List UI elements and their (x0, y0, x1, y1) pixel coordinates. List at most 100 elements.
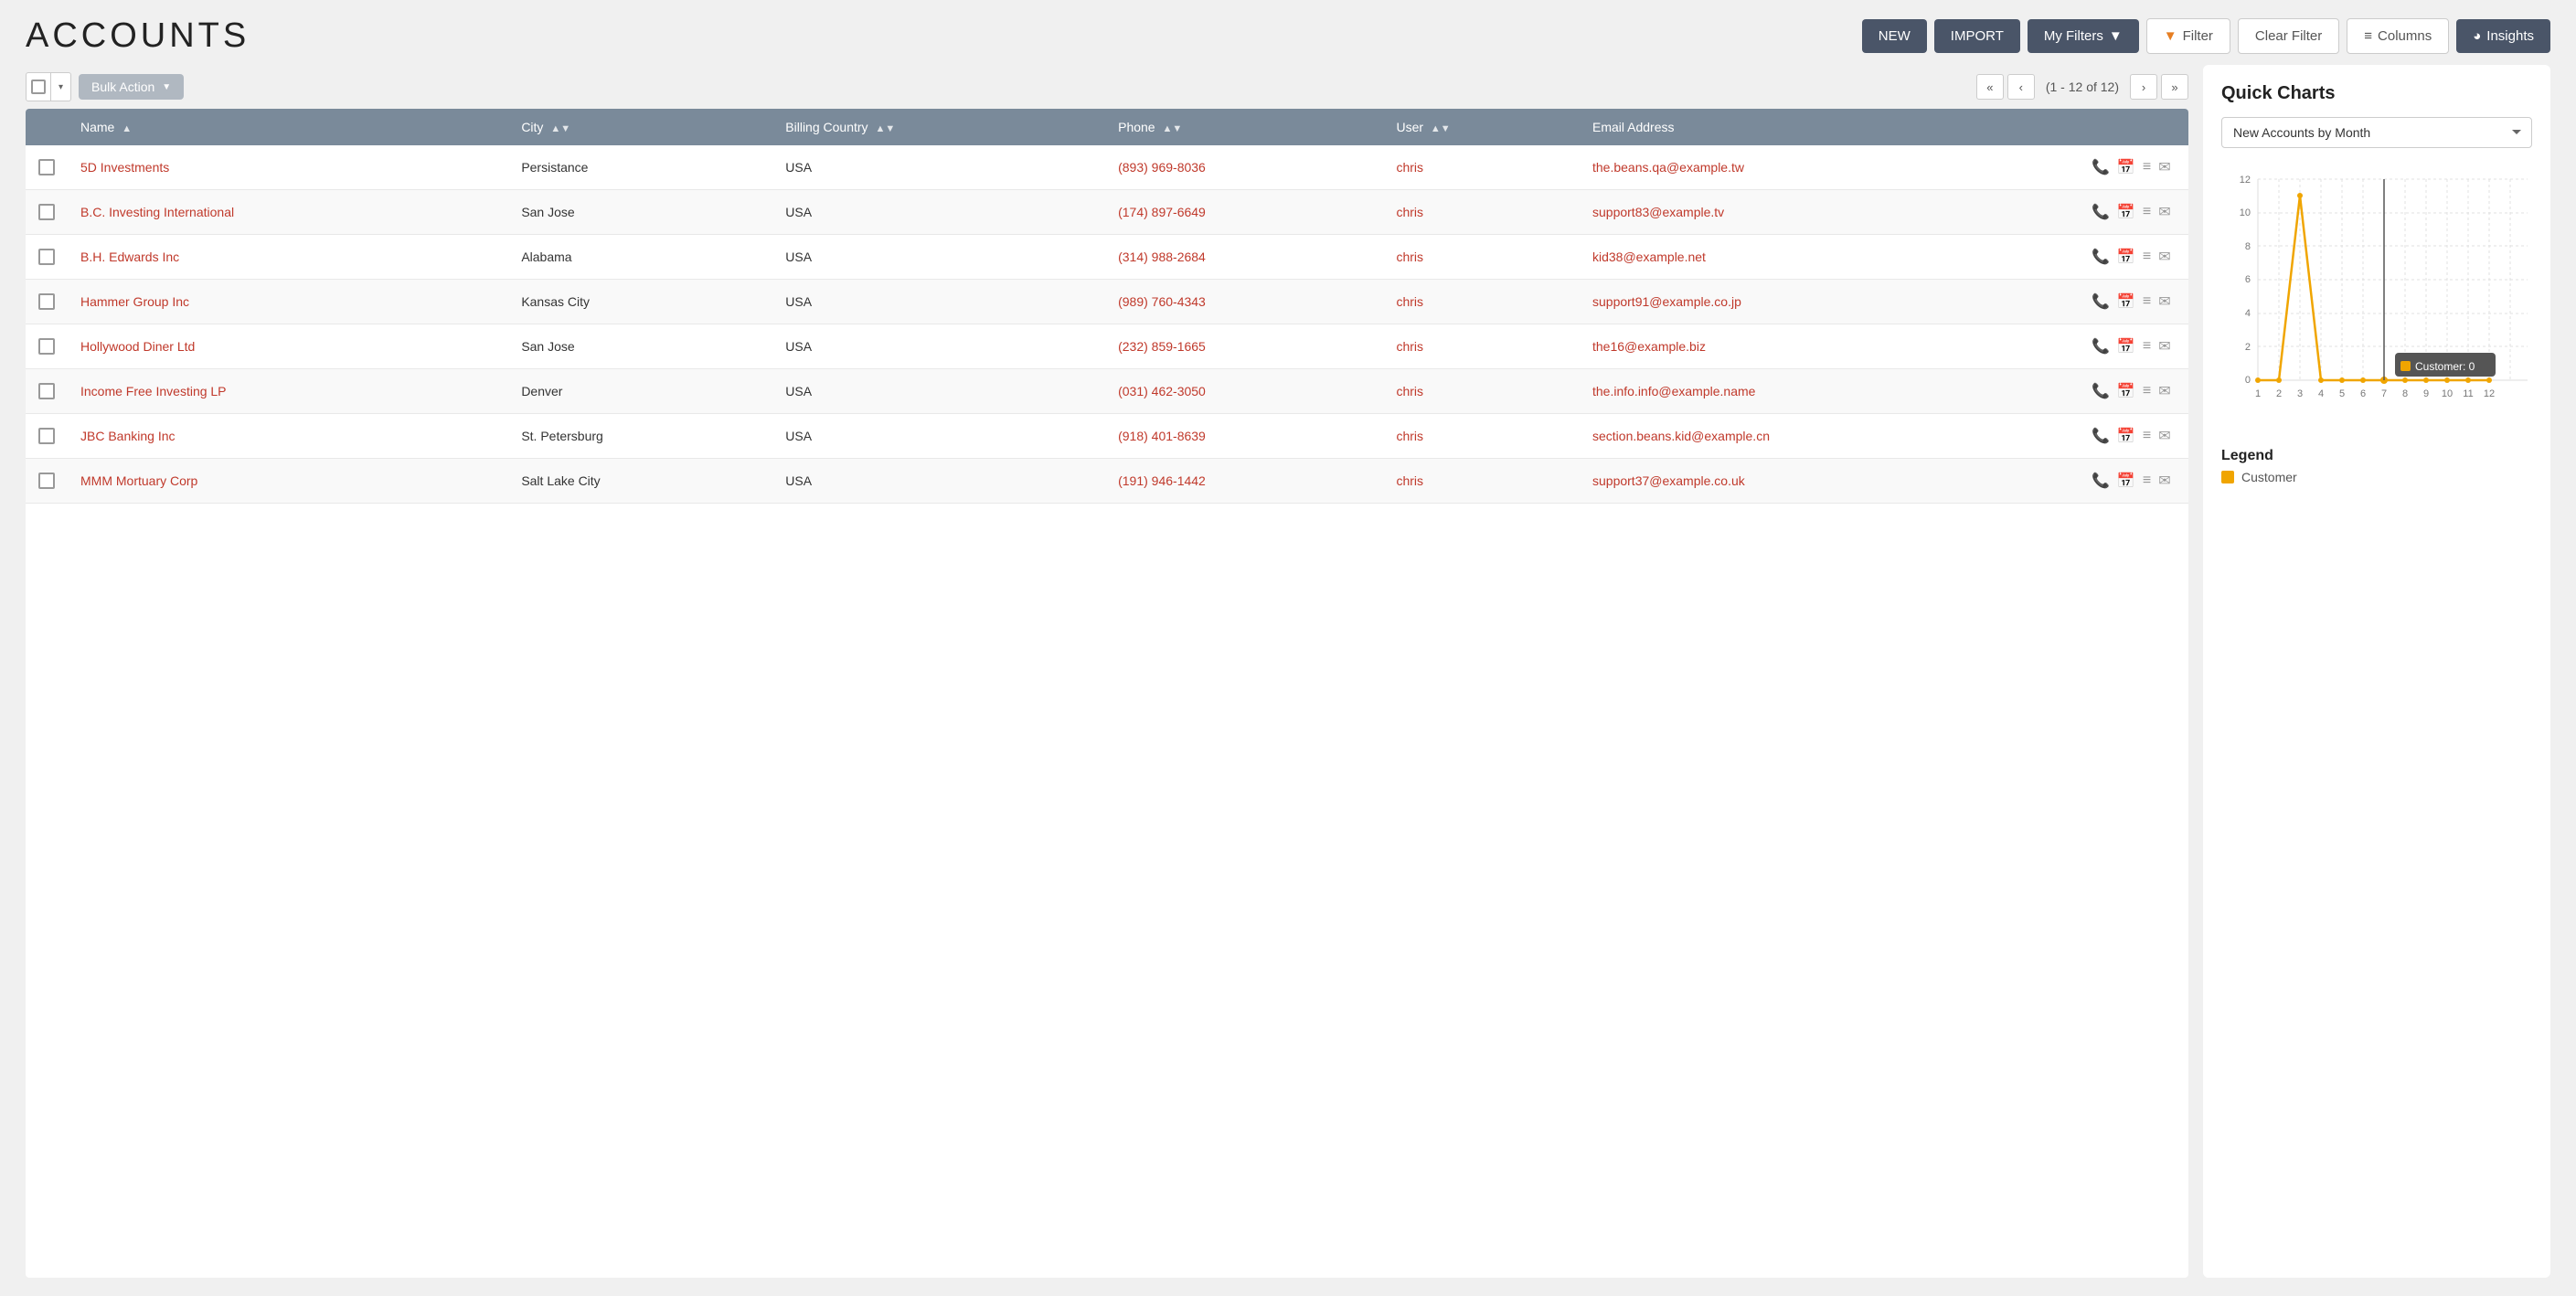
user-link[interactable]: chris (1396, 473, 1423, 488)
email-action-icon[interactable]: ✉ (2158, 292, 2170, 311)
email-action-icon[interactable]: ✉ (2158, 337, 2170, 356)
calendar-action-icon[interactable]: 📅 (2117, 158, 2135, 176)
columns-button[interactable]: ≡ Columns (2347, 18, 2449, 54)
email-link[interactable]: support91@example.co.jp (1592, 294, 1741, 309)
col-phone[interactable]: Phone ▲▼ (1105, 109, 1383, 145)
import-button[interactable]: IMPORT (1934, 19, 2020, 53)
row-checkbox[interactable] (38, 204, 55, 220)
phone-action-icon[interactable]: 📞 (2092, 382, 2110, 400)
calendar-action-icon[interactable]: 📅 (2117, 472, 2135, 490)
row-checkbox[interactable] (38, 293, 55, 310)
my-filters-label: My Filters (2044, 28, 2103, 44)
row-checkbox-cell (26, 280, 68, 324)
account-name-link[interactable]: B.H. Edwards Inc (80, 250, 179, 264)
email-link[interactable]: support83@example.tv (1592, 205, 1724, 219)
account-name-link[interactable]: Hollywood Diner Ltd (80, 339, 195, 354)
account-name-link[interactable]: JBC Banking Inc (80, 429, 176, 443)
calendar-action-icon[interactable]: 📅 (2117, 337, 2135, 356)
row-checkbox[interactable] (38, 338, 55, 355)
phone-action-icon[interactable]: 📞 (2092, 472, 2110, 490)
email-action-icon[interactable]: ✉ (2158, 427, 2170, 445)
row-checkbox[interactable] (38, 159, 55, 175)
phone-action-icon[interactable]: 📞 (2092, 337, 2110, 356)
insights-button[interactable]: ◕ Insights (2456, 19, 2550, 53)
col-city[interactable]: City ▲▼ (508, 109, 772, 145)
bulk-action-button[interactable]: Bulk Action ▼ (79, 74, 184, 100)
user-link[interactable]: chris (1396, 205, 1423, 219)
account-name-link[interactable]: MMM Mortuary Corp (80, 473, 197, 488)
email-action-icon[interactable]: ✉ (2158, 203, 2170, 221)
user-link[interactable]: chris (1396, 250, 1423, 264)
filter-button[interactable]: ▼ Filter (2146, 18, 2230, 54)
row-checkbox[interactable] (38, 428, 55, 444)
phone-action-icon[interactable]: 📞 (2092, 248, 2110, 266)
next-page-button[interactable]: › (2130, 74, 2157, 100)
page-info: (1 - 12 of 12) (2046, 80, 2119, 94)
new-button[interactable]: NEW (1862, 19, 1927, 53)
email-link[interactable]: support37@example.co.uk (1592, 473, 1745, 488)
checkbox-dropdown-arrow[interactable]: ▾ (51, 72, 71, 101)
email-action-icon[interactable]: ✉ (2158, 382, 2170, 400)
row-user: chris (1383, 145, 1580, 190)
email-link[interactable]: the16@example.biz (1592, 339, 1706, 354)
list-action-icon[interactable]: ≡ (2143, 473, 2151, 489)
prev-page-button[interactable]: ‹ (2007, 74, 2035, 100)
calendar-action-icon[interactable]: 📅 (2117, 248, 2135, 266)
list-action-icon[interactable]: ≡ (2143, 383, 2151, 399)
list-action-icon[interactable]: ≡ (2143, 159, 2151, 175)
col-billing-country[interactable]: Billing Country ▲▼ (772, 109, 1105, 145)
phone-action-icon[interactable]: 📞 (2092, 203, 2110, 221)
email-link[interactable]: the.beans.qa@example.tw (1592, 160, 1744, 175)
filter-icon: ▼ (2164, 28, 2177, 44)
last-page-button[interactable]: » (2161, 74, 2188, 100)
user-link[interactable]: chris (1396, 384, 1423, 398)
phone-link[interactable]: (893) 969-8036 (1118, 160, 1206, 175)
phone-link[interactable]: (174) 897-6649 (1118, 205, 1206, 219)
calendar-action-icon[interactable]: 📅 (2117, 382, 2135, 400)
list-action-icon[interactable]: ≡ (2143, 428, 2151, 444)
my-filters-button[interactable]: My Filters ▼ (2028, 19, 2139, 53)
row-checkbox[interactable] (38, 383, 55, 399)
first-page-button[interactable]: « (1976, 74, 2004, 100)
account-name-link[interactable]: Hammer Group Inc (80, 294, 189, 309)
list-action-icon[interactable]: ≡ (2143, 204, 2151, 220)
select-all-checkbox[interactable] (26, 72, 51, 101)
user-link[interactable]: chris (1396, 429, 1423, 443)
phone-link[interactable]: (918) 401-8639 (1118, 429, 1206, 443)
email-link[interactable]: kid38@example.net (1592, 250, 1706, 264)
chart-select[interactable]: New Accounts by MonthAccounts by TypeAcc… (2221, 117, 2532, 148)
account-name-link[interactable]: B.C. Investing International (80, 205, 234, 219)
calendar-action-icon[interactable]: 📅 (2117, 203, 2135, 221)
phone-link[interactable]: (314) 988-2684 (1118, 250, 1206, 264)
list-action-icon[interactable]: ≡ (2143, 293, 2151, 310)
email-link[interactable]: section.beans.kid@example.cn (1592, 429, 1770, 443)
account-name-link[interactable]: 5D Investments (80, 160, 169, 175)
email-action-icon[interactable]: ✉ (2158, 158, 2170, 176)
bulk-action-label: Bulk Action (91, 80, 154, 94)
col-user[interactable]: User ▲▼ (1383, 109, 1580, 145)
calendar-action-icon[interactable]: 📅 (2117, 427, 2135, 445)
phone-link[interactable]: (191) 946-1442 (1118, 473, 1206, 488)
svg-text:6: 6 (2360, 388, 2366, 399)
email-action-icon[interactable]: ✉ (2158, 472, 2170, 490)
list-action-icon[interactable]: ≡ (2143, 249, 2151, 265)
phone-link[interactable]: (031) 462-3050 (1118, 384, 1206, 398)
phone-link[interactable]: (232) 859-1665 (1118, 339, 1206, 354)
account-name-link[interactable]: Income Free Investing LP (80, 384, 227, 398)
email-action-icon[interactable]: ✉ (2158, 248, 2170, 266)
user-link[interactable]: chris (1396, 339, 1423, 354)
user-link[interactable]: chris (1396, 160, 1423, 175)
col-name[interactable]: Name ▲ (68, 109, 508, 145)
row-checkbox[interactable] (38, 473, 55, 489)
clear-filter-button[interactable]: Clear Filter (2238, 18, 2339, 54)
city-sort-icon: ▲▼ (550, 123, 570, 134)
phone-action-icon[interactable]: 📞 (2092, 292, 2110, 311)
email-link[interactable]: the.info.info@example.name (1592, 384, 1755, 398)
phone-action-icon[interactable]: 📞 (2092, 158, 2110, 176)
row-checkbox[interactable] (38, 249, 55, 265)
phone-action-icon[interactable]: 📞 (2092, 427, 2110, 445)
list-action-icon[interactable]: ≡ (2143, 338, 2151, 355)
phone-link[interactable]: (989) 760-4343 (1118, 294, 1206, 309)
user-link[interactable]: chris (1396, 294, 1423, 309)
calendar-action-icon[interactable]: 📅 (2117, 292, 2135, 311)
